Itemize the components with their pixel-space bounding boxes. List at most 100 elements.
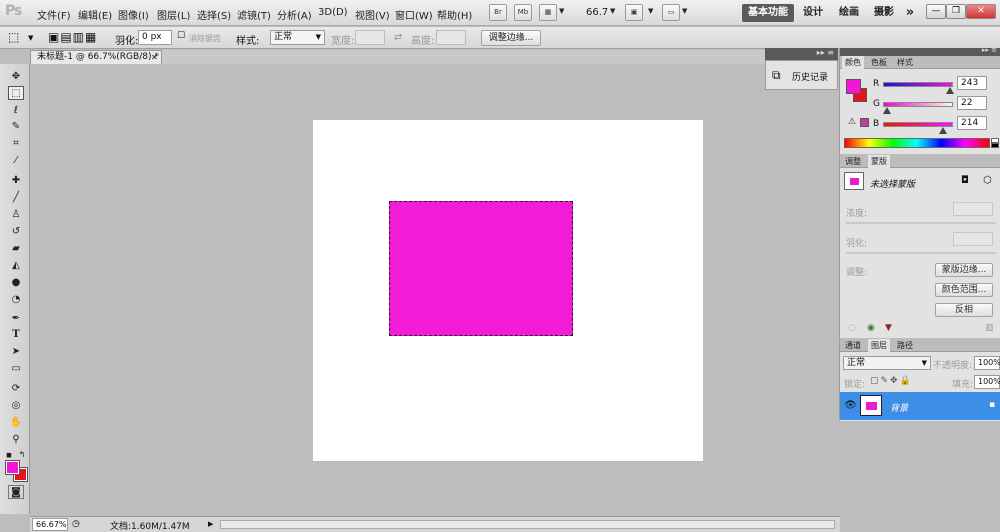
tab-masks[interactable]: 蒙版	[868, 155, 890, 168]
swap-colors-icon[interactable]: ↰	[17, 448, 27, 462]
feather-field[interactable]	[953, 232, 993, 246]
quick-mask-icon[interactable]: ◙	[8, 485, 24, 499]
style-select[interactable]: 正常 ▼	[270, 30, 325, 45]
chevron-down-icon[interactable]: ▼	[648, 7, 653, 15]
vector-mask-icon[interactable]: ⬡	[983, 175, 992, 186]
g-slider-thumb[interactable]	[883, 107, 891, 114]
black-swatch[interactable]	[991, 143, 999, 148]
zoom-tool-icon[interactable]: ⚲	[8, 433, 24, 447]
g-value-field[interactable]: 22	[957, 96, 987, 110]
opacity-field[interactable]: 100%	[974, 356, 1000, 370]
gamut-warning-icon[interactable]: ⚠	[848, 117, 856, 127]
menu-analysis[interactable]: 分析(A)	[277, 7, 312, 22]
history-brush-tool-icon[interactable]: ↺	[8, 225, 24, 239]
tab-swatches[interactable]: 色板	[868, 56, 890, 69]
load-selection-icon[interactable]: ◌	[848, 323, 856, 333]
tab-color[interactable]: 颜色	[842, 56, 864, 69]
document-tab[interactable]: 未标题-1 @ 66.7%(RGB/8) * ✕	[30, 50, 162, 64]
default-colors-icon[interactable]: ◼	[5, 448, 13, 462]
collapse-icon[interactable]: ▸▸ ≡	[817, 48, 834, 57]
mini-bridge-button[interactable]: Mb	[514, 4, 532, 21]
path-select-tool-icon[interactable]: ➤	[8, 345, 24, 359]
refine-edge-button[interactable]: 调整边缘...	[481, 30, 541, 46]
blur-tool-icon[interactable]: ●	[8, 276, 24, 290]
eraser-tool-icon[interactable]: ▰	[8, 242, 24, 256]
pink-selection-fill[interactable]	[389, 201, 573, 336]
pixel-mask-icon[interactable]: ◘	[961, 175, 969, 186]
b-value-field[interactable]: 214	[957, 116, 987, 130]
color-range-button[interactable]: 颜色范围...	[935, 283, 993, 297]
b-slider-thumb[interactable]	[939, 127, 947, 134]
menu-layer[interactable]: 图层(L)	[157, 7, 190, 22]
width-input[interactable]	[355, 30, 385, 45]
height-input[interactable]	[436, 30, 466, 45]
density-field[interactable]	[953, 202, 993, 216]
more-workspaces-icon[interactable]: »	[903, 4, 917, 22]
r-slider-thumb[interactable]	[946, 87, 954, 94]
menu-edit[interactable]: 编辑(E)	[78, 7, 112, 22]
quick-select-tool-icon[interactable]: ✎	[8, 120, 24, 134]
hand-tool-icon[interactable]: ✋	[8, 416, 24, 430]
collapse-icon[interactable]: ▸▸ ≡	[982, 46, 997, 54]
tab-layers[interactable]: 图层	[868, 339, 890, 352]
layer-row-background[interactable]: 👁 背景 ▪	[840, 392, 1000, 420]
blend-mode-select[interactable]: 正常 ▼	[843, 356, 931, 370]
arrange-icon[interactable]: ▣	[625, 4, 643, 21]
zoom-field[interactable]: 66.67%	[32, 518, 68, 531]
tab-paths[interactable]: 路径	[894, 339, 916, 352]
trash-icon[interactable]: ▥	[985, 323, 994, 333]
workspace-painting[interactable]: 绘画	[836, 4, 862, 22]
tab-adjustments[interactable]: 调整	[842, 155, 864, 168]
status-options-icon[interactable]: ◷	[72, 519, 80, 529]
type-tool-icon[interactable]: T	[8, 328, 24, 342]
antialias-checkbox[interactable]: ☐	[177, 31, 185, 41]
workspace-design[interactable]: 设计	[800, 4, 826, 22]
close-button[interactable]: ✕	[966, 4, 996, 19]
chevron-down-icon[interactable]: ▼	[610, 7, 615, 15]
feather-input[interactable]: 0 px	[138, 30, 172, 45]
menu-window[interactable]: 窗口(W)	[395, 7, 433, 22]
zoom-level[interactable]: 66.7	[586, 7, 608, 18]
menu-select[interactable]: 选择(S)	[197, 7, 231, 22]
bridge-button[interactable]: Br	[489, 4, 507, 21]
lasso-tool-icon[interactable]: ℓ	[8, 104, 24, 118]
rect-marquee-tool-icon[interactable]: ⬚	[8, 86, 24, 100]
menu-help[interactable]: 帮助(H)	[437, 7, 472, 22]
history-panel-button[interactable]: ⧉ 历史记录	[765, 60, 838, 90]
mask-thumbnail[interactable]	[844, 172, 864, 190]
close-icon[interactable]: ✕	[151, 51, 158, 64]
screen-mode-icon[interactable]: ▭	[662, 4, 680, 21]
mask-edge-button[interactable]: 蒙版边缘...	[935, 263, 993, 277]
r-slider[interactable]	[883, 82, 953, 87]
layer-visibility-eye-icon[interactable]: 👁	[844, 400, 857, 411]
tab-styles[interactable]: 样式	[894, 56, 916, 69]
chevron-down-icon[interactable]: ▼	[28, 34, 33, 42]
menu-image[interactable]: 图像(I)	[118, 7, 149, 22]
selection-mode-icons[interactable]: ▣▤▥▦	[48, 30, 97, 44]
tab-channels[interactable]: 通道	[842, 339, 864, 352]
feather-slider[interactable]	[846, 252, 996, 254]
3d-orbit-tool-icon[interactable]: ◎	[8, 399, 24, 413]
g-slider[interactable]	[883, 102, 953, 107]
rectangle-tool-icon[interactable]: ▭	[8, 362, 24, 376]
fill-field[interactable]: 100%	[974, 375, 1000, 389]
menu-filter[interactable]: 滤镜(T)	[237, 7, 271, 22]
menu-view[interactable]: 视图(V)	[355, 7, 390, 22]
clone-stamp-tool-icon[interactable]: ♙	[8, 208, 24, 222]
lock-options-icons[interactable]: ▢✎✥🔒	[870, 376, 913, 386]
chevron-down-icon[interactable]: ▼	[682, 7, 687, 15]
move-tool-icon[interactable]: ✥	[8, 70, 24, 84]
apply-mask-icon[interactable]: ▼	[885, 323, 892, 333]
menu-3d[interactable]: 3D(D)	[318, 7, 348, 18]
brush-tool-icon[interactable]: ╱	[8, 191, 24, 205]
menu-file[interactable]: 文件(F)	[37, 7, 71, 22]
foreground-color-swatch[interactable]	[846, 79, 861, 94]
eyedropper-tool-icon[interactable]: ⁄	[8, 154, 24, 168]
paint-bucket-tool-icon[interactable]: ◭	[8, 259, 24, 273]
color-spectrum-bar[interactable]	[844, 138, 990, 148]
swap-icon[interactable]: ⇄	[394, 32, 402, 43]
minimize-button[interactable]: —	[926, 4, 946, 19]
chevron-down-icon[interactable]: ▼	[559, 7, 564, 15]
density-slider[interactable]	[846, 222, 996, 224]
restore-button[interactable]: ❐	[946, 4, 966, 19]
